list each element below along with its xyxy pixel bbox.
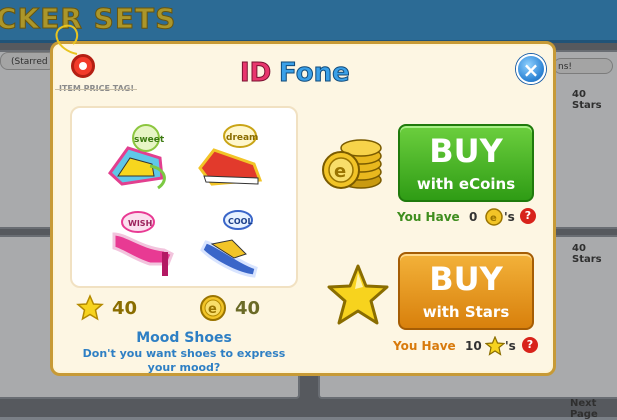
svg-text:Fone: Fone bbox=[279, 58, 350, 88]
big-star-icon bbox=[327, 264, 389, 325]
idfone-logo: ID Fone bbox=[240, 58, 351, 89]
buy-ecoins-big-label: BUY bbox=[429, 132, 503, 170]
ecoins-balance-value: 0 bbox=[469, 210, 478, 224]
sticker-wish-label: WISH bbox=[128, 219, 152, 228]
item-description: Don't you want shoes to express your moo… bbox=[82, 347, 286, 374]
star-small-icon bbox=[485, 336, 505, 356]
sticker-dream: dream bbox=[198, 124, 263, 186]
star-icon bbox=[76, 294, 104, 321]
buy-stars-small-label: with Stars bbox=[422, 303, 510, 321]
stars-balance-suffix: 's bbox=[505, 339, 516, 353]
ecoins-help-icon[interactable]: ? bbox=[520, 208, 536, 224]
svg-text:e: e bbox=[490, 213, 497, 224]
sticker-cool: COOL bbox=[200, 210, 258, 278]
ecoins-balance-label: You Have bbox=[397, 210, 460, 224]
item-name: Mood Shoes bbox=[136, 330, 232, 346]
svg-text:e: e bbox=[334, 161, 346, 182]
buy-with-ecoins-button[interactable]: BUY with eCoins bbox=[398, 124, 534, 202]
sticker-wish: WISH bbox=[112, 211, 174, 276]
purchase-dialog: ITEM PRICE TAG! ID Fone × sweet dream WI… bbox=[50, 24, 556, 376]
ecoin-stack-icon: e bbox=[322, 139, 382, 189]
ecoin-small-icon: e bbox=[485, 208, 503, 226]
stars-help-icon[interactable]: ? bbox=[522, 337, 538, 353]
tag-string-icon bbox=[55, 24, 79, 55]
stars-balance-value: 10 bbox=[465, 339, 482, 353]
ecoins-balance: You Have 0 e 's ? bbox=[397, 207, 537, 229]
svg-text:ID: ID bbox=[240, 58, 271, 88]
sticker-dream-label: dream bbox=[226, 133, 258, 143]
buy-ecoins-small-label: with eCoins bbox=[416, 175, 516, 193]
sticker-cool-label: COOL bbox=[228, 217, 253, 226]
buy-stars-big-label: BUY bbox=[429, 260, 503, 298]
stars-balance-label: You Have bbox=[393, 339, 456, 353]
coin-price-value: 40 bbox=[235, 298, 261, 319]
sticker-preview: sweet dream WISH COOL bbox=[70, 106, 298, 288]
stars-balance: You Have 10 's ? bbox=[393, 336, 543, 358]
svg-text:e: e bbox=[208, 302, 217, 317]
buy-with-stars-button[interactable]: BUY with Stars bbox=[398, 252, 534, 330]
star-price-value: 40 bbox=[112, 298, 138, 319]
sticker-sweet: sweet bbox=[108, 124, 166, 190]
price-tag-divider bbox=[55, 89, 137, 90]
close-button[interactable]: × bbox=[516, 54, 546, 84]
ecoin-icon: e bbox=[200, 295, 226, 321]
sticker-sweet-label: sweet bbox=[134, 135, 165, 145]
ecoins-balance-suffix: 's bbox=[504, 210, 515, 224]
